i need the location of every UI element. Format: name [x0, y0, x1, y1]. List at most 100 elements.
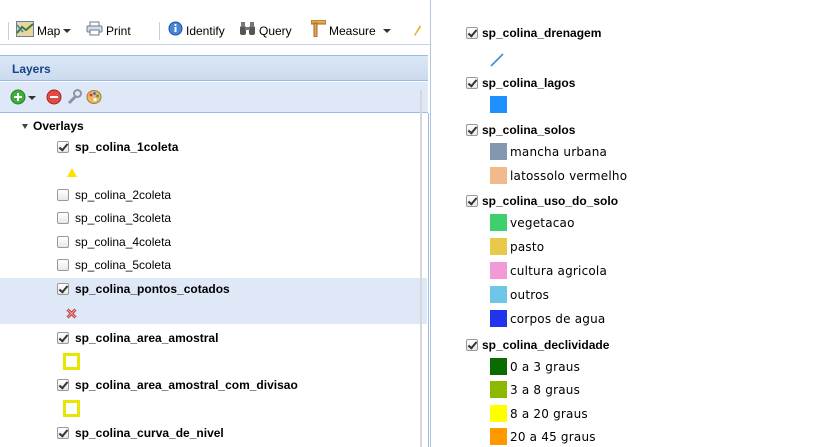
layer-row[interactable]: sp_colina_curva_de_nivel: [0, 422, 427, 444]
layer-label: sp_colina_5coleta: [75, 258, 172, 272]
legend-visibility-checkbox[interactable]: [466, 77, 478, 89]
legend-item-label: outros: [510, 287, 550, 302]
color-swatch: [490, 262, 507, 279]
line-symbol-icon: [490, 52, 504, 67]
legend-item-label: 0 a 3 graus: [510, 359, 581, 374]
layer-visibility-checkbox[interactable]: [57, 189, 69, 201]
legend-item: mancha urbana: [490, 143, 607, 160]
info-icon: [168, 21, 183, 41]
legend-visibility-checkbox[interactable]: [466, 124, 478, 136]
legend-group-label: sp_colina_drenagem: [482, 26, 602, 40]
legend-visibility-checkbox[interactable]: [466, 27, 478, 39]
layer-styles-button[interactable]: [86, 89, 102, 105]
color-swatch: [490, 286, 507, 303]
legend-group-header[interactable]: sp_colina_solos: [466, 122, 575, 138]
color-swatch: [490, 143, 507, 160]
legend-item-label: 20 a 45 graus: [510, 429, 596, 444]
color-swatch: [490, 167, 507, 184]
map-menu-button[interactable]: Map: [16, 20, 72, 40]
identify-button[interactable]: Identify: [168, 21, 225, 41]
legend-panel: sp_colina_drenagem sp_colina_lagos sp_co…: [466, 0, 815, 447]
chevron-down-icon: [28, 96, 36, 100]
layer-label: sp_colina_4coleta: [75, 235, 172, 249]
layer-visibility-checkbox[interactable]: [57, 379, 69, 391]
layer-visibility-checkbox[interactable]: [57, 332, 69, 344]
legend-group-label: sp_colina_declividade: [482, 338, 610, 352]
print-label: Print: [106, 24, 131, 38]
layer-visibility-checkbox[interactable]: [57, 141, 69, 153]
measure-menu-label: Measure: [329, 24, 376, 38]
legend-item-label: vegetacao: [510, 215, 575, 230]
binoculars-icon: [239, 21, 256, 41]
overlays-node[interactable]: Overlays: [22, 119, 84, 133]
layer-visibility-checkbox[interactable]: [57, 427, 69, 439]
layer-properties-button[interactable]: [66, 89, 82, 105]
legend-item: [490, 96, 510, 113]
legend-item: outros: [490, 286, 549, 303]
layers-panel-title: Layers: [0, 55, 428, 81]
legend-group-header[interactable]: sp_colina_drenagem: [466, 25, 601, 41]
color-swatch: [490, 214, 507, 231]
layer-label: sp_colina_area_amostral_com_divisao: [75, 378, 298, 392]
layer-tree: Overlays sp_colina_1coleta sp_colina_2co…: [0, 113, 429, 447]
add-layer-dropdown[interactable]: [28, 89, 36, 105]
color-swatch: [490, 405, 507, 422]
color-swatch: [490, 310, 507, 327]
legend-group-header[interactable]: sp_colina_uso_do_solo: [466, 193, 618, 209]
layer-label: sp_colina_curva_de_nivel: [75, 426, 224, 440]
legend-item-label: 8 a 20 graus: [510, 406, 588, 421]
square-outline-symbol-icon: [63, 400, 80, 417]
remove-icon: [46, 89, 62, 105]
overlays-label: Overlays: [33, 119, 84, 133]
legend-item: 8 a 20 graus: [490, 405, 588, 422]
layer-row[interactable]: sp_colina_1coleta: [0, 136, 427, 158]
legend-item-label: cultura agricola: [510, 263, 608, 278]
color-swatch: [490, 96, 507, 113]
layer-row[interactable]: sp_colina_area_amostral_com_divisao: [0, 374, 427, 396]
scrollbar[interactable]: [420, 90, 422, 447]
palette-icon: [86, 90, 102, 104]
toolbar-separator: [159, 22, 160, 40]
layer-label: sp_colina_area_amostral: [75, 331, 219, 345]
add-icon: [10, 89, 26, 105]
chevron-down-icon: [63, 29, 72, 33]
layer-row[interactable]: sp_colina_3coleta: [0, 207, 427, 229]
layer-row[interactable]: sp_colina_2coleta: [0, 184, 427, 206]
legend-visibility-checkbox[interactable]: [466, 339, 478, 351]
print-button[interactable]: Print: [86, 21, 131, 40]
layer-row-selected[interactable]: sp_colina_pontos_cotados: [0, 278, 427, 324]
legend-item: vegetacao: [490, 214, 575, 231]
color-swatch: [490, 381, 507, 398]
color-swatch: [490, 358, 507, 375]
layer-visibility-checkbox[interactable]: [57, 259, 69, 271]
legend-item-label: mancha urbana: [510, 144, 608, 159]
layers-toolbar: [0, 82, 428, 113]
legend-group-header[interactable]: sp_colina_declividade: [466, 337, 609, 353]
legend-item-label: latossolo vermelho: [510, 168, 628, 183]
layer-visibility-checkbox[interactable]: [57, 212, 69, 224]
add-layer-button[interactable]: [10, 89, 26, 105]
map-menu-label: Map: [37, 24, 61, 38]
square-outline-symbol-icon: [63, 353, 80, 370]
legend-item: 20 a 45 graus: [490, 428, 596, 445]
layer-visibility-checkbox[interactable]: [57, 236, 69, 248]
legend-item: corpos de agua: [490, 310, 605, 327]
layer-row[interactable]: sp_colina_area_amostral: [0, 327, 427, 349]
remove-layer-button[interactable]: [46, 89, 62, 105]
layer-label: sp_colina_1coleta: [75, 140, 179, 154]
collapse-triangle-icon[interactable]: [22, 124, 28, 130]
legend-group-label: sp_colina_lagos: [482, 76, 576, 90]
legend-visibility-checkbox[interactable]: [466, 195, 478, 207]
query-button[interactable]: Query: [239, 22, 292, 40]
layer-row[interactable]: sp_colina_5coleta: [0, 254, 427, 276]
map-toolbar: Map Print Identify Query Measure: [0, 0, 430, 45]
measure-menu-button[interactable]: Measure: [310, 19, 391, 40]
legend-group-header[interactable]: sp_colina_lagos: [466, 75, 575, 91]
pencil-tool-button[interactable]: [412, 22, 422, 40]
legend-item: [490, 51, 504, 68]
wrench-icon: [67, 89, 82, 105]
legend-item: pasto: [490, 238, 544, 255]
toolbar-separator: [8, 22, 9, 40]
layer-visibility-checkbox[interactable]: [57, 283, 69, 295]
layer-row[interactable]: sp_colina_4coleta: [0, 231, 427, 253]
